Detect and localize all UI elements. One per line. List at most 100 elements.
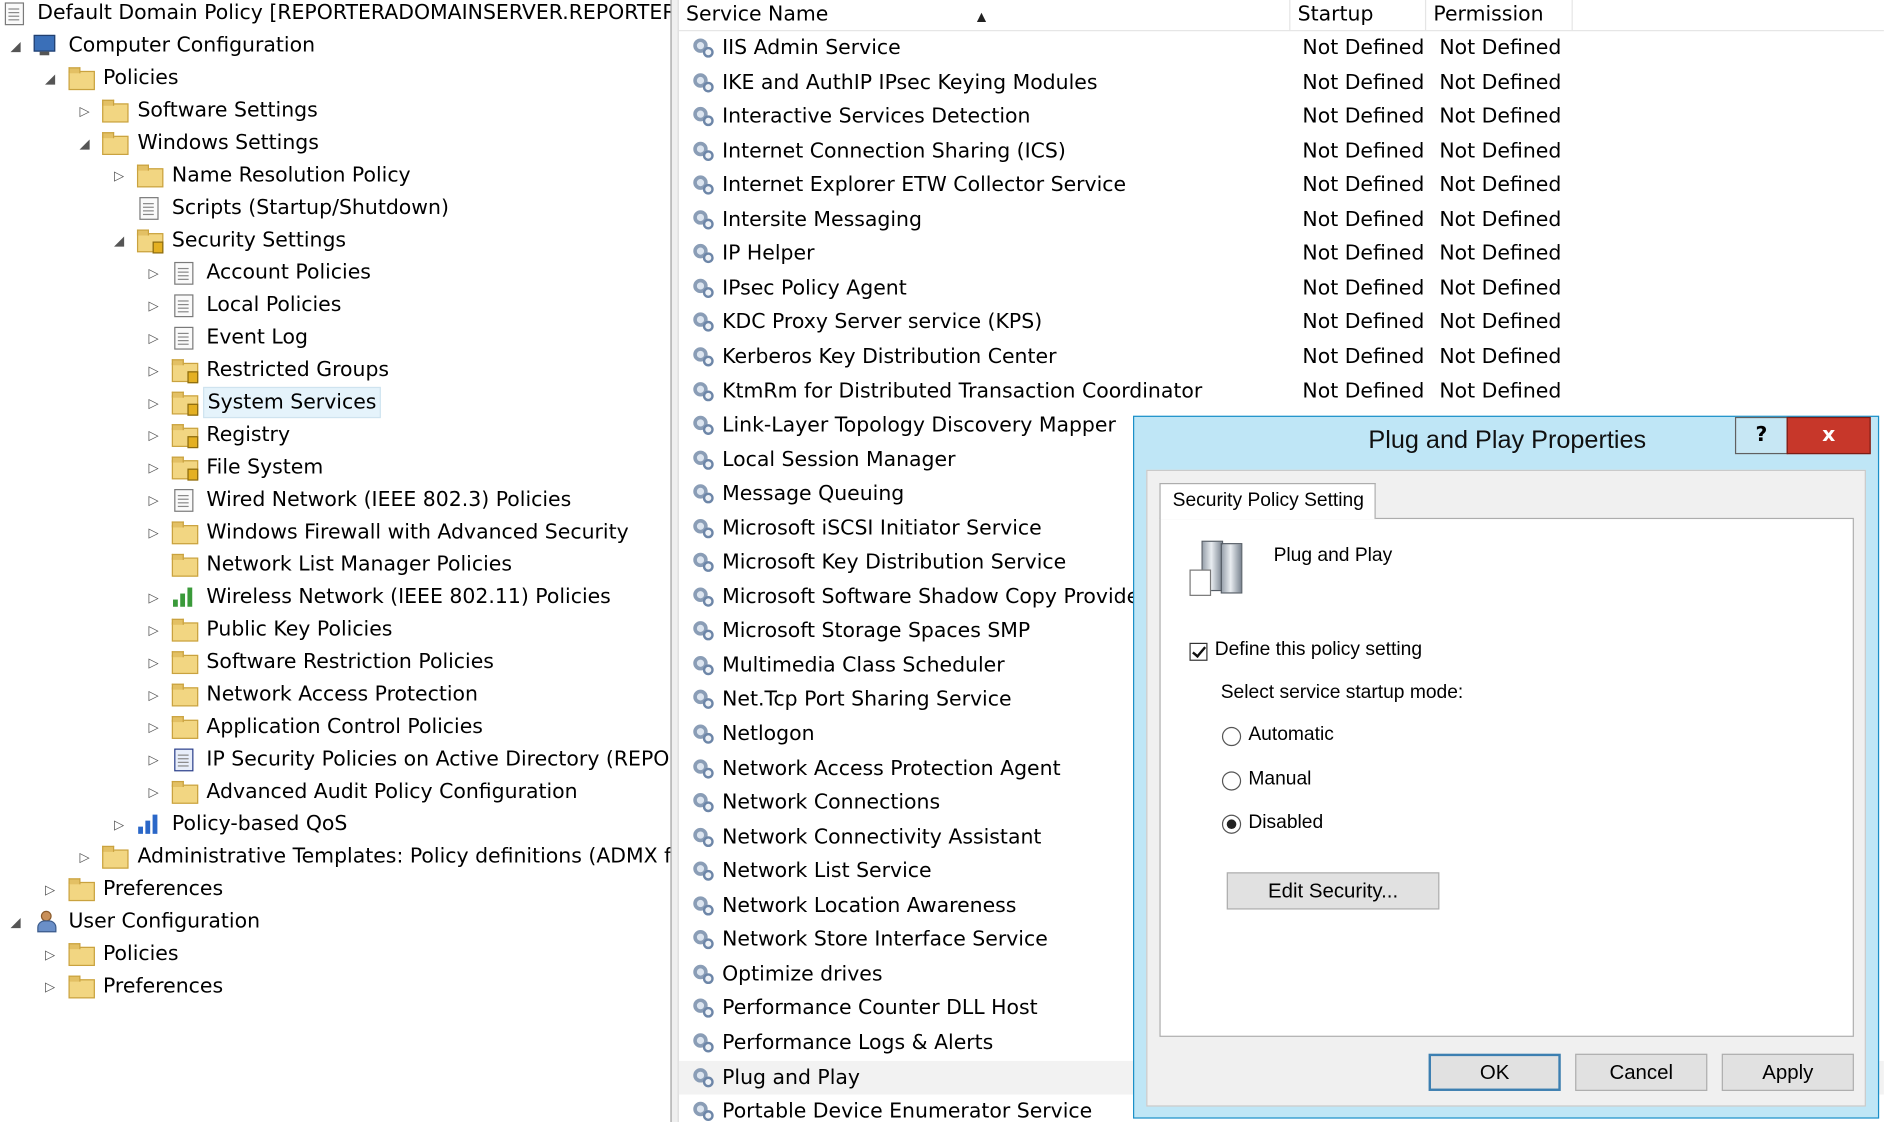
tree-item[interactable]: ▷ Event Log (0, 322, 670, 354)
tree-item[interactable]: ▷ Wired Network (IEEE 802.3) Policies (0, 484, 670, 516)
table-row[interactable]: KDC Proxy Server service (KPS) Not Define… (679, 306, 1884, 340)
tree-item-label[interactable]: Network Access Protection (203, 679, 482, 711)
help-button[interactable]: ? (1734, 416, 1788, 455)
tree-item-label[interactable]: Preferences (99, 873, 226, 905)
tree-item[interactable]: ▷ Windows Firewall with Advanced Security (0, 517, 670, 549)
tree-item-label[interactable]: Advanced Audit Policy Configuration (203, 776, 581, 808)
tree-item[interactable]: ▷ Application Control Policies (0, 711, 670, 743)
tree-item-label[interactable]: Account Policies (203, 257, 375, 289)
collapse-arrow-icon[interactable]: ◢ (76, 127, 93, 159)
table-row[interactable]: Internet Connection Sharing (ICS) Not Def… (679, 134, 1884, 168)
tree-item-label[interactable]: Computer Configuration (65, 30, 319, 62)
tree-item[interactable]: ▷ Policies (0, 938, 670, 970)
tree-item[interactable]: Default Domain Policy [REPORTERADOMAINSE… (0, 0, 670, 30)
tree-item-label[interactable]: Application Control Policies (203, 711, 487, 743)
table-row[interactable]: Internet Explorer ETW Collector Service N… (679, 168, 1884, 202)
tab-security-policy-setting[interactable]: Security Policy Setting (1159, 483, 1376, 520)
collapse-arrow-icon[interactable]: ◢ (7, 906, 24, 938)
tree-item-label[interactable]: Wireless Network (IEEE 802.11) Policies (203, 582, 615, 614)
tree-item-label[interactable]: Scripts (Startup/Shutdown) (168, 192, 452, 224)
cancel-button[interactable]: Cancel (1575, 1053, 1708, 1091)
apply-button[interactable]: Apply (1721, 1053, 1854, 1091)
tree-item-label[interactable]: Policy-based QoS (168, 809, 351, 841)
define-policy-checkbox[interactable] (1189, 642, 1208, 661)
expand-arrow-icon[interactable]: ▷ (145, 646, 162, 678)
tree-item-label[interactable]: Security Settings (168, 225, 349, 257)
tree-item[interactable]: ▷ System Services (0, 386, 670, 419)
tree-item-label[interactable]: Administrative Templates: Policy definit… (134, 841, 670, 873)
tree-item-label[interactable]: Event Log (203, 322, 312, 354)
tree-item[interactable]: ▷ Account Policies (0, 257, 670, 289)
tree-item-label[interactable]: Local Policies (203, 290, 345, 322)
tree-item-label[interactable]: Policies (99, 938, 182, 970)
tree-item[interactable]: ▷ Restricted Groups (0, 354, 670, 386)
tree-item[interactable]: ▷ Preferences (0, 873, 670, 905)
tree-item[interactable]: ◢ User Configuration (0, 906, 670, 938)
expand-arrow-icon[interactable]: ▷ (145, 517, 162, 549)
table-row[interactable]: Intersite Messaging Not Defined Not Define… (679, 203, 1884, 237)
expand-arrow-icon[interactable]: ▷ (145, 679, 162, 711)
tree-item-label[interactable]: Software Restriction Policies (203, 646, 498, 678)
manual-label[interactable]: Manual (1248, 769, 1311, 791)
collapse-arrow-icon[interactable]: ◢ (111, 225, 128, 257)
expand-arrow-icon[interactable]: ▷ (145, 582, 162, 614)
tree-item-label[interactable]: User Configuration (65, 906, 264, 938)
disabled-label[interactable]: Disabled (1248, 812, 1323, 834)
table-row[interactable]: IP Helper Not Defined Not Defined (679, 237, 1884, 271)
expand-arrow-icon[interactable]: ▷ (76, 95, 93, 127)
tree-item-label[interactable]: Network List Manager Policies (203, 549, 516, 581)
tree-item[interactable]: ▷ Preferences (0, 971, 670, 1003)
tree-item-label[interactable]: Public Key Policies (203, 614, 396, 646)
tree-item[interactable]: ◢ Security Settings (0, 225, 670, 257)
tree-item-label[interactable]: Default Domain Policy [REPORTERADOMAINSE… (34, 0, 670, 30)
tree-item-label[interactable]: Name Resolution Policy (168, 160, 414, 192)
expand-arrow-icon[interactable]: ▷ (111, 809, 128, 841)
tree-item-label[interactable]: File System (203, 452, 327, 484)
expand-arrow-icon[interactable]: ▷ (145, 452, 162, 484)
tree-item[interactable]: Scripts (Startup/Shutdown) (0, 192, 670, 224)
expand-arrow-icon[interactable]: ▷ (145, 354, 162, 386)
expand-arrow-icon[interactable]: ▷ (145, 322, 162, 354)
ok-button[interactable]: OK (1428, 1053, 1561, 1091)
tree-item[interactable]: ▷ Policy-based QoS (0, 809, 670, 841)
tree-item-label[interactable]: System Services (202, 386, 382, 419)
tree-item[interactable]: ▷ Software Settings (0, 95, 670, 127)
expand-arrow-icon[interactable]: ▷ (145, 614, 162, 646)
expand-arrow-icon[interactable]: ▷ (145, 484, 162, 516)
disabled-radio[interactable] (1221, 814, 1242, 834)
table-row[interactable]: IKE and AuthIP IPsec Keying Modules Not D… (679, 66, 1884, 100)
table-row[interactable]: IPsec Policy Agent Not Defined Not Defined (679, 271, 1884, 305)
table-row[interactable]: KtmRm for Distributed Transaction Coordi… (679, 374, 1884, 408)
expand-arrow-icon[interactable]: ▷ (145, 419, 162, 451)
close-button[interactable]: x (1786, 416, 1871, 455)
collapse-arrow-icon[interactable]: ◢ (7, 30, 24, 62)
tree-item-label[interactable]: Registry (203, 419, 294, 451)
tree-item-label[interactable]: Restricted Groups (203, 354, 393, 386)
column-header-startup[interactable]: Startup (1290, 0, 1427, 31)
table-row[interactable]: Kerberos Key Distribution Center Not Defi… (679, 340, 1884, 374)
tree-item[interactable]: ▷ Registry (0, 419, 670, 451)
tree-item[interactable]: ◢ Windows Settings (0, 127, 670, 159)
collapse-arrow-icon[interactable]: ◢ (42, 62, 59, 94)
expand-arrow-icon[interactable]: ▷ (42, 873, 59, 905)
expand-arrow-icon[interactable]: ▷ (42, 938, 59, 970)
edit-security-button[interactable]: Edit Security... (1226, 872, 1440, 910)
expand-arrow-icon[interactable]: ▷ (145, 387, 162, 419)
expand-arrow-icon[interactable]: ▷ (145, 257, 162, 289)
tree-item[interactable]: ▷ Software Restriction Policies (0, 646, 670, 678)
expand-arrow-icon[interactable]: ▷ (111, 160, 128, 192)
tree-item-label[interactable]: Windows Settings (134, 127, 323, 159)
table-row[interactable]: Interactive Services Detection Not Define… (679, 100, 1884, 134)
column-header-permission[interactable]: Permission (1426, 0, 1573, 31)
tree-item[interactable]: Network List Manager Policies (0, 549, 670, 581)
tree-item[interactable]: ▷ Name Resolution Policy (0, 160, 670, 192)
tree-item[interactable]: ▷ Administrative Templates: Policy defini… (0, 841, 670, 873)
define-policy-label[interactable]: Define this policy setting (1215, 639, 1422, 661)
expand-arrow-icon[interactable]: ▷ (76, 841, 93, 873)
tree-item[interactable]: ◢ Policies (0, 62, 670, 94)
tree-item-label[interactable]: Policies (99, 62, 182, 94)
pane-splitter[interactable] (670, 0, 679, 1122)
tree-item-label[interactable]: Software Settings (134, 95, 322, 127)
tree-item-label[interactable]: Preferences (99, 971, 226, 1003)
table-row[interactable]: IIS Admin Service Not Defined Not Defined (679, 31, 1884, 65)
